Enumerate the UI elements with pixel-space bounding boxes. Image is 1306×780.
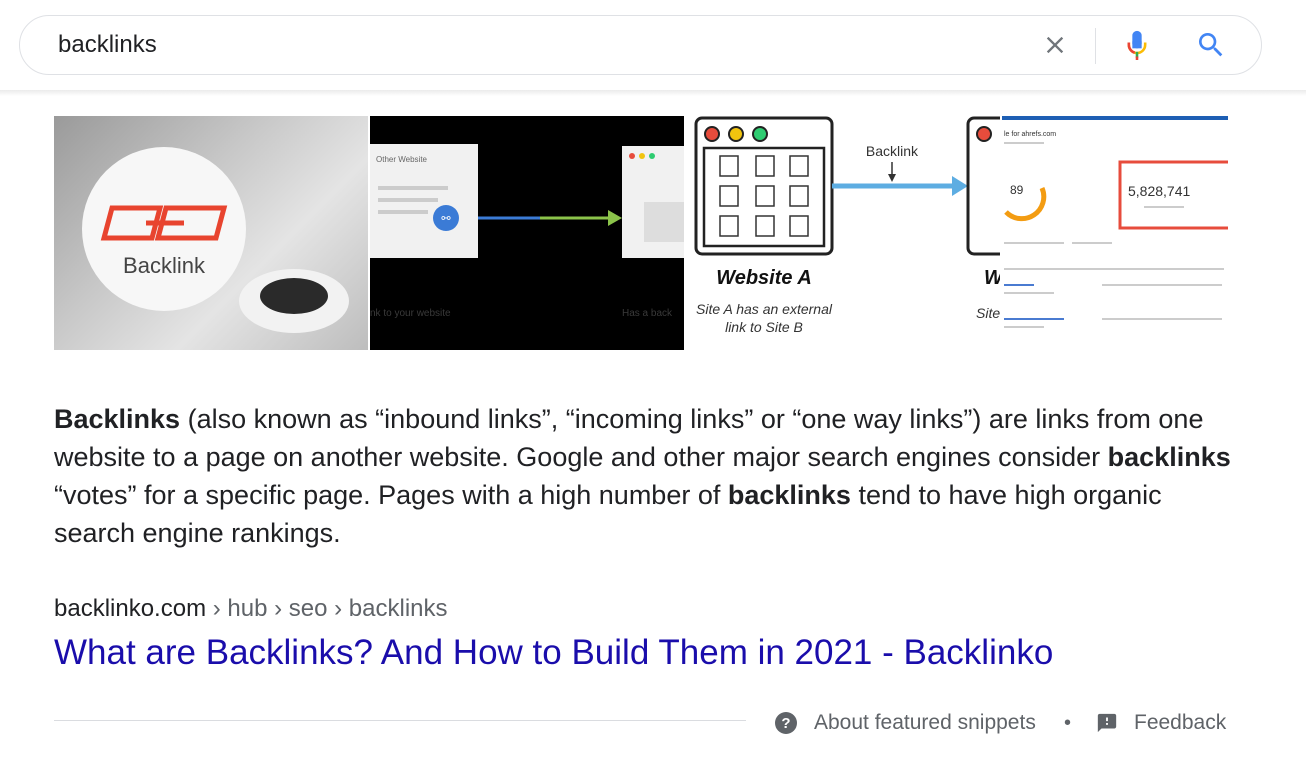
result-breadcrumb: backlinko.com › hub › seo › backlinks (54, 595, 448, 623)
search-icon (1199, 33, 1223, 57)
feedback-link[interactable]: Feedback (1096, 709, 1226, 737)
website-a-illustration: Backlink Website A Site A has an externa… (694, 116, 1000, 335)
microphone-icon (1127, 30, 1147, 60)
clear-button[interactable] (1041, 31, 1069, 59)
footer-separator: • (1064, 712, 1072, 734)
featured-snippet-text: Backlinks (also known as “inbound links”… (54, 400, 1234, 552)
link-diagram-illustration: Other Website ⚯ nk to your website Has a… (370, 144, 684, 319)
snippet-keyword: backlinks (727, 480, 851, 510)
dashboard-header: le for ahrefs.com (1004, 131, 1056, 138)
feedback-icon (1097, 713, 1117, 733)
snippet-text: “votes” for a specific page. Pages with … (54, 480, 728, 510)
website-b-title-cut: W (984, 267, 1000, 289)
search-input[interactable] (56, 30, 960, 60)
ahrefs-dashboard-illustration: le for ahrefs.com 89 5,828,741 (1002, 116, 1228, 328)
backlink-logo-illustration: Backlink (82, 147, 349, 333)
backlink-logo-label: Backlink (123, 253, 206, 278)
snippet-keyword: Backlinks (54, 404, 181, 434)
header-shadow (0, 90, 1306, 96)
feedback-label: Feedback (1134, 711, 1227, 734)
diagram-right-text: Has a back (622, 308, 673, 319)
voice-search-button[interactable] (1123, 28, 1151, 64)
website-a-caption-1: Site A has an external (696, 301, 833, 317)
about-featured-snippets-label: About featured snippets (814, 711, 1036, 734)
about-featured-snippets-link[interactable]: ? About featured snippets (774, 709, 1036, 737)
website-b-caption-cut: Site (976, 305, 1000, 321)
image-thumbnail-backlink-logo[interactable]: Backlink (54, 116, 368, 350)
svg-text:?: ? (781, 715, 790, 732)
help-circle-icon: ? (775, 712, 797, 734)
footer-divider (54, 720, 746, 721)
search-bar (19, 15, 1262, 75)
website-a-caption-2: link to Site B (725, 319, 803, 335)
image-carousel: Backlink Other Website ⚯ nk to your webs… (54, 116, 1228, 350)
diagram-left-text: nk to your website (370, 308, 451, 319)
svg-text:⚯: ⚯ (441, 212, 451, 225)
snippet-keyword: backlinks (1107, 442, 1231, 472)
dashboard-metric-big: 5,828,741 (1128, 183, 1190, 199)
arrow-label: Backlink (866, 143, 919, 159)
search-divider (1095, 28, 1096, 64)
image-thumbnail-link-diagram[interactable]: Other Website ⚯ nk to your website Has a… (370, 116, 684, 350)
result-path: › hub › seo › backlinks (206, 595, 448, 622)
snippet-text: (also known as “inbound links”, “incomin… (54, 404, 1204, 472)
search-button[interactable] (1195, 29, 1227, 61)
dashboard-metric-small: 89 (1010, 183, 1024, 197)
result-title-link[interactable]: What are Backlinks? And How to Build The… (54, 633, 1053, 673)
result-domain: backlinko.com (54, 595, 207, 622)
image-thumbnail-website-a[interactable]: Backlink Website A Site A has an externa… (686, 116, 1000, 350)
website-a-title: Website A (716, 267, 812, 289)
image-thumbnail-ahrefs-dashboard[interactable]: le for ahrefs.com 89 5,828,741 (1002, 116, 1228, 350)
close-icon (1046, 36, 1064, 54)
diagram-header: Other Website (376, 155, 428, 164)
